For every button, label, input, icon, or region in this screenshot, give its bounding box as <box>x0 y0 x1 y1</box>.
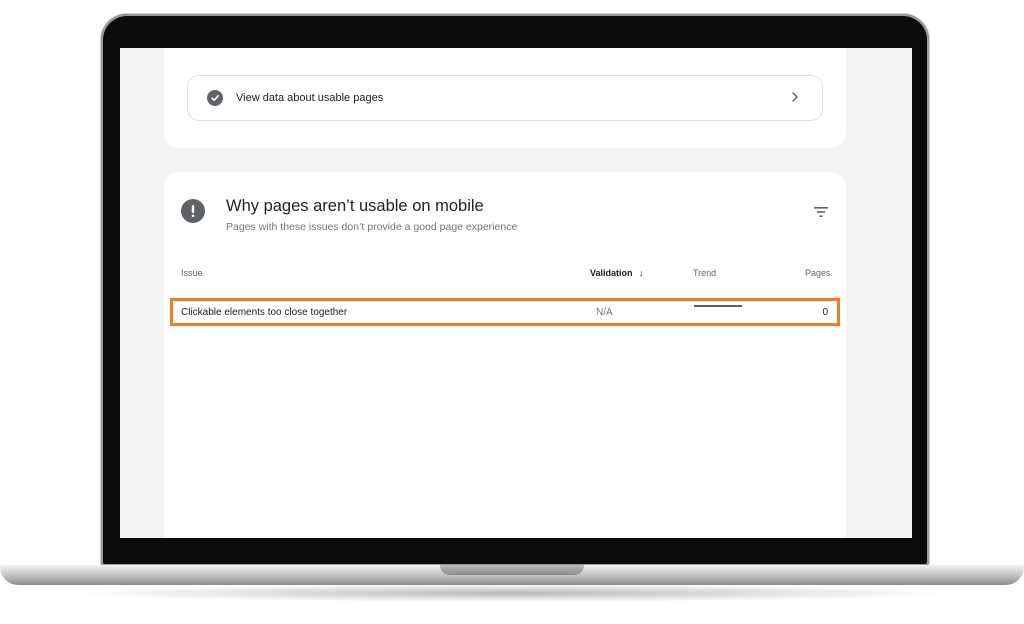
sort-descending-icon: ↓ <box>639 268 644 278</box>
column-header-validation-label: Validation <box>590 268 633 278</box>
row-issue-name: Clickable elements too close together <box>181 307 348 318</box>
column-header-issue: Issue <box>181 268 203 278</box>
chevron-right-icon[interactable] <box>790 90 800 106</box>
laptop-shadow <box>70 584 954 602</box>
filter-icon[interactable] <box>813 205 829 219</box>
check-circle-icon <box>207 90 223 106</box>
laptop-notch <box>440 565 584 575</box>
mobile-issues-card: Why pages aren’t usable on mobile Pages … <box>164 172 846 538</box>
row-trend-sparkline <box>694 305 742 307</box>
row-validation-status: N/A <box>596 307 613 318</box>
usable-pages-card: View data about usable pages <box>164 48 846 148</box>
screen: View data about usable pages Why pages a… <box>120 48 912 538</box>
exclamation-circle-icon <box>181 199 205 223</box>
column-header-validation[interactable]: Validation ↓ <box>590 268 644 278</box>
issues-subtitle: Pages with these issues don’t provide a … <box>226 221 518 233</box>
column-header-pages: Pages <box>805 268 831 278</box>
row-pages-count: 0 <box>822 307 828 318</box>
view-usable-pages-label: View data about usable pages <box>236 92 384 104</box>
view-usable-pages-link[interactable]: View data about usable pages <box>187 75 823 121</box>
issues-title: Why pages aren’t usable on mobile <box>226 197 484 215</box>
table-row[interactable]: Clickable elements too close together N/… <box>170 298 840 326</box>
column-header-trend: Trend <box>693 268 717 278</box>
